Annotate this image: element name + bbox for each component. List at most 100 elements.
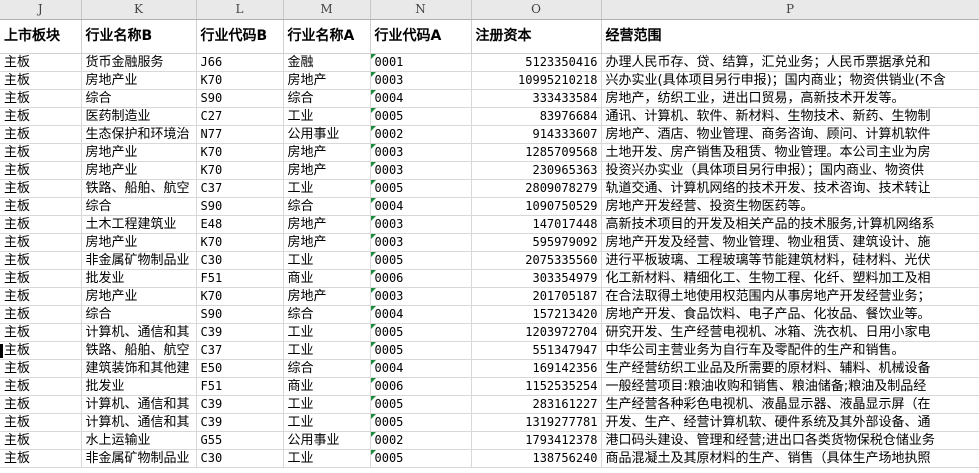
cell-industry-code-b[interactable]: K70 <box>196 143 284 162</box>
cell-industry-code-a[interactable]: 0005 <box>370 413 472 432</box>
cell-industry-name-a[interactable]: 商业 <box>283 269 371 288</box>
cell-industry-name-a[interactable]: 房地产 <box>283 233 371 252</box>
cell-board[interactable]: 主板 <box>0 413 82 432</box>
header-cell-industry-code-b[interactable]: 行业代码B <box>196 19 284 54</box>
cell-registered-capital[interactable]: 283161227 <box>471 395 602 414</box>
cell-industry-code-b[interactable]: C39 <box>196 395 284 414</box>
cell-industry-code-a[interactable]: 0005 <box>370 395 472 414</box>
header-cell-industry-name-b[interactable]: 行业名称B <box>81 19 197 54</box>
cell-industry-name-a[interactable]: 工业 <box>283 323 371 342</box>
cell-business-scope[interactable]: 通讯、计算机、软件、新材料、生物技术、新药、生物制 <box>601 107 979 126</box>
column-letter-N[interactable]: N <box>370 0 472 20</box>
cell-business-scope[interactable]: 研究开发、生产经营电视机、冰箱、洗衣机、日用小家电 <box>601 323 979 342</box>
cell-business-scope[interactable]: 房地产开发经营、投资生物医药等。 <box>601 197 979 216</box>
cell-industry-name-b[interactable]: 房地产业 <box>81 143 197 162</box>
cell-business-scope[interactable]: 房地产开发及经营、物业管理、物业租赁、建筑设计、施 <box>601 233 979 252</box>
cell-registered-capital[interactable]: 2075335560 <box>471 251 602 270</box>
cell-industry-code-b[interactable]: E50 <box>196 359 284 378</box>
cell-industry-name-a[interactable]: 工业 <box>283 395 371 414</box>
cell-industry-code-a[interactable]: 0004 <box>370 89 472 108</box>
cell-industry-code-a[interactable]: 0005 <box>370 323 472 342</box>
cell-registered-capital[interactable]: 138756240 <box>471 449 602 468</box>
cell-industry-code-b[interactable]: C30 <box>196 449 284 468</box>
cell-industry-code-a[interactable]: 0002 <box>370 431 472 450</box>
cell-board[interactable]: 主板 <box>0 143 82 162</box>
cell-registered-capital[interactable]: 1152535254 <box>471 377 602 396</box>
cell-industry-code-a[interactable]: 0005 <box>370 449 472 468</box>
cell-industry-code-a[interactable]: 0003 <box>370 215 472 234</box>
column-letter-M[interactable]: M <box>283 0 371 20</box>
cell-industry-name-b[interactable]: 铁路、船舶、航空 <box>81 341 197 360</box>
cell-registered-capital[interactable]: 157213420 <box>471 305 602 324</box>
cell-industry-name-b[interactable]: 综合 <box>81 89 197 108</box>
cell-industry-code-a[interactable]: 0005 <box>370 341 472 360</box>
column-letter-J[interactable]: J <box>0 0 82 20</box>
cell-industry-code-b[interactable]: C30 <box>196 251 284 270</box>
cell-industry-name-b[interactable]: 批发业 <box>81 269 197 288</box>
cell-industry-code-b[interactable]: K70 <box>196 161 284 180</box>
cell-industry-name-b[interactable]: 房地产业 <box>81 287 197 306</box>
cell-registered-capital[interactable]: 201705187 <box>471 287 602 306</box>
cell-board[interactable]: 主板 <box>0 89 82 108</box>
cell-industry-name-b[interactable]: 生态保护和环境治 <box>81 125 197 144</box>
cell-registered-capital[interactable]: 1203972704 <box>471 323 602 342</box>
cell-industry-name-b[interactable]: 综合 <box>81 305 197 324</box>
cell-industry-name-b[interactable]: 铁路、船舶、航空 <box>81 179 197 198</box>
cell-industry-name-a[interactable]: 工业 <box>283 107 371 126</box>
cell-registered-capital[interactable]: 1793412378 <box>471 431 602 450</box>
cell-industry-code-b[interactable]: C39 <box>196 413 284 432</box>
cell-industry-code-b[interactable]: S90 <box>196 305 284 324</box>
cell-industry-name-b[interactable]: 综合 <box>81 197 197 216</box>
cell-board[interactable]: 主板 <box>0 215 82 234</box>
cell-industry-code-a[interactable]: 0003 <box>370 233 472 252</box>
cell-industry-name-b[interactable]: 批发业 <box>81 377 197 396</box>
spreadsheet[interactable]: J K L M N O P 上市板块 行业名称B 行业代码B 行业名称A 行业代… <box>0 0 979 473</box>
cell-business-scope[interactable]: 土地开发、房产销售及租赁、物业管理。本公司主业为房 <box>601 143 979 162</box>
cell-industry-code-a[interactable]: 0003 <box>370 161 472 180</box>
cell-industry-code-b[interactable]: C39 <box>196 323 284 342</box>
column-letter-P[interactable]: P <box>601 0 979 20</box>
cell-industry-name-a[interactable]: 商业 <box>283 377 371 396</box>
cell-industry-code-b[interactable]: C37 <box>196 179 284 198</box>
cell-industry-code-a[interactable]: 0005 <box>370 107 472 126</box>
cell-industry-name-a[interactable]: 工业 <box>283 449 371 468</box>
cell-board[interactable]: 主板 <box>0 395 82 414</box>
cell-business-scope[interactable]: 办理人民币存、贷、结算，汇兑业务；人民币票据承兑和 <box>601 53 979 72</box>
cell-registered-capital[interactable]: 5123350416 <box>471 53 602 72</box>
cell-industry-name-b[interactable]: 计算机、通信和其 <box>81 323 197 342</box>
cell-registered-capital[interactable]: 169142356 <box>471 359 602 378</box>
cell-registered-capital[interactable]: 10995210218 <box>471 71 602 90</box>
cell-business-scope[interactable]: 一般经营项目:粮油收购和销售、粮油储备;粮油及制品经 <box>601 377 979 396</box>
cell-industry-code-a[interactable]: 0005 <box>370 251 472 270</box>
cell-registered-capital[interactable]: 1285709568 <box>471 143 602 162</box>
cell-business-scope[interactable]: 开发、生产、经营计算机软、硬件系统及其外部设备、通 <box>601 413 979 432</box>
cell-industry-code-b[interactable]: K70 <box>196 233 284 252</box>
cell-industry-code-b[interactable]: K70 <box>196 71 284 90</box>
header-cell-industry-name-a[interactable]: 行业名称A <box>283 19 371 54</box>
header-cell-board[interactable]: 上市板块 <box>0 19 82 54</box>
cell-board[interactable]: 主板 <box>0 431 82 450</box>
cell-board[interactable]: 主板 <box>0 125 82 144</box>
cell-industry-name-a[interactable]: 公用事业 <box>283 125 371 144</box>
cell-industry-name-b[interactable]: 计算机、通信和其 <box>81 413 197 432</box>
cell-board[interactable]: 主板 <box>0 179 82 198</box>
cell-registered-capital[interactable]: 333433584 <box>471 89 602 108</box>
column-letter-L[interactable]: L <box>196 0 284 20</box>
cell-registered-capital[interactable]: 147017448 <box>471 215 602 234</box>
cell-board[interactable]: 主板 <box>0 341 82 360</box>
column-letter-O[interactable]: O <box>471 0 602 20</box>
header-cell-business-scope[interactable]: 经营范围 <box>601 19 979 54</box>
cell-registered-capital[interactable]: 83976684 <box>471 107 602 126</box>
cell-business-scope[interactable]: 生产经营纺织工业品及所需要的原材料、辅料、机械设备 <box>601 359 979 378</box>
cell-board[interactable]: 主板 <box>0 269 82 288</box>
cell-industry-name-a[interactable]: 综合 <box>283 197 371 216</box>
cell-board[interactable]: 主板 <box>0 233 82 252</box>
cell-industry-code-b[interactable]: F51 <box>196 377 284 396</box>
cell-registered-capital[interactable]: 595979092 <box>471 233 602 252</box>
cell-industry-name-a[interactable]: 工业 <box>283 341 371 360</box>
cell-industry-name-a[interactable]: 综合 <box>283 359 371 378</box>
header-cell-registered-capital[interactable]: 注册资本 <box>471 19 602 54</box>
cell-business-scope[interactable]: 生产经营各种彩色电视机、液晶显示器、液晶显示屏（在 <box>601 395 979 414</box>
cell-business-scope[interactable]: 投资兴办实业（具体项目另行申报）；国内商业、物资供 <box>601 161 979 180</box>
cell-industry-name-b[interactable]: 货币金融服务 <box>81 53 197 72</box>
